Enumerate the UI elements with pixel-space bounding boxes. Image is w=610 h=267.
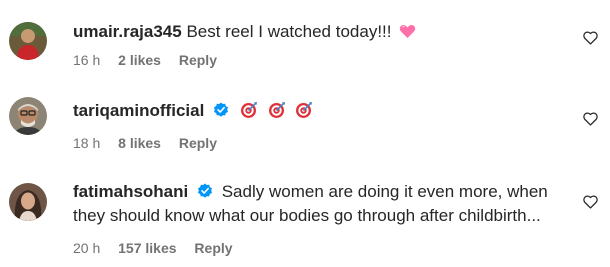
reply-button[interactable]: Reply	[194, 240, 232, 256]
comment-likes[interactable]: 157 likes	[118, 240, 176, 256]
verified-badge-icon	[197, 183, 212, 198]
avatar-fatimahsohani	[9, 183, 47, 221]
avatar[interactable]	[9, 97, 47, 135]
comment-text-line-2: they should know what our bodies go thro…	[73, 206, 541, 225]
comment-likes[interactable]: 8 likes	[118, 135, 161, 151]
comment-item: fatimahsohani Sadly women are doing it e…	[0, 170, 610, 267]
comment-username[interactable]: fatimahsohani	[73, 182, 188, 201]
comment-time: 20 h	[73, 240, 101, 256]
avatar-umair	[9, 22, 47, 60]
like-heart-icon[interactable]	[583, 195, 598, 209]
comment-meta: 20 h 157 likes Reply	[73, 240, 247, 256]
avatar[interactable]	[9, 183, 47, 221]
reply-button[interactable]: Reply	[179, 135, 217, 151]
reply-button[interactable]: Reply	[179, 52, 217, 68]
like-heart-icon[interactable]	[583, 112, 598, 126]
comment-text: Best reel I watched today!!!	[186, 22, 392, 41]
comment-likes[interactable]: 2 likes	[118, 52, 161, 68]
like-heart-icon[interactable]	[583, 31, 598, 45]
comment-time: 18 h	[73, 135, 101, 151]
avatar-tariqamin	[9, 97, 47, 135]
comment-item: umair.raja345 Best reel I watched today!…	[0, 0, 610, 85]
comment-meta: 16 h 2 likes Reply	[73, 52, 231, 68]
direct-hit-emoji-icon	[268, 102, 285, 118]
verified-badge-icon	[214, 102, 229, 117]
comment-username[interactable]: umair.raja345	[73, 22, 182, 41]
emoji-group	[240, 101, 318, 126]
direct-hit-emoji-icon	[296, 102, 313, 118]
comment-meta: 18 h 8 likes Reply	[73, 135, 231, 151]
comment-username[interactable]: tariqaminofficial	[73, 101, 204, 120]
comment-time: 16 h	[73, 52, 101, 68]
heart-emoji-icon	[400, 24, 416, 38]
direct-hit-emoji-icon	[240, 102, 257, 118]
comment-text-line-1: Sadly women are doing it even more, when	[221, 182, 548, 201]
avatar[interactable]	[9, 22, 47, 60]
comment-item: tariqaminofficial 18 h 8 likes Reply	[0, 85, 610, 170]
